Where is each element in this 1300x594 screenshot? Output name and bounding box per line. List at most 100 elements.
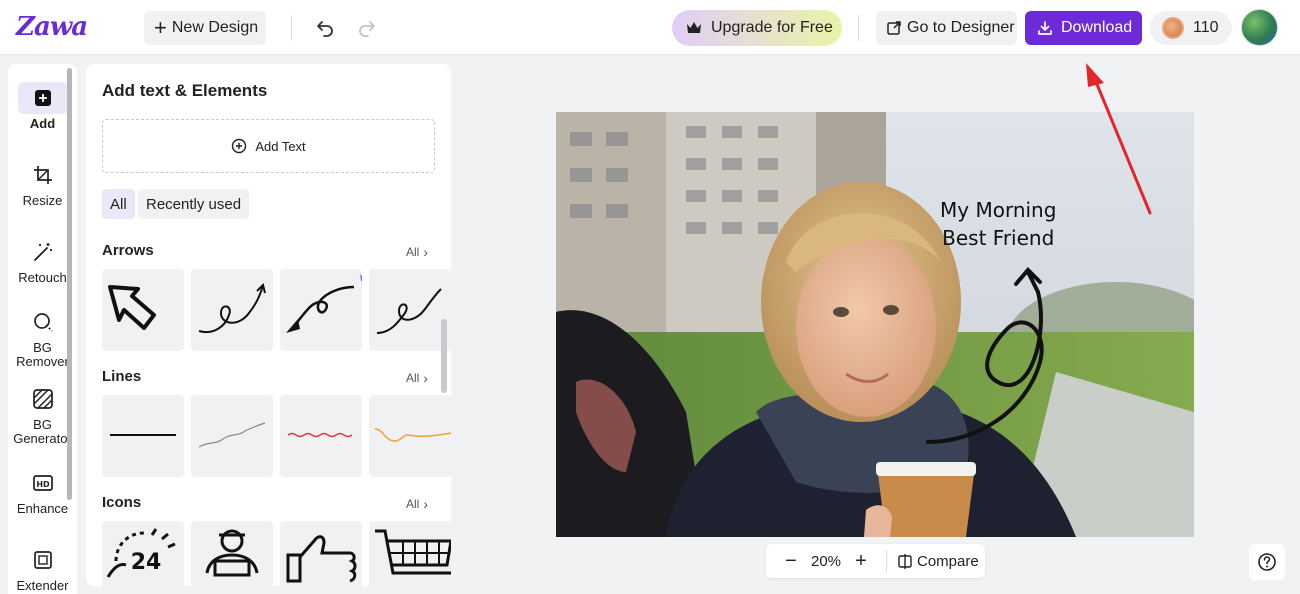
bg-remover-icon — [33, 313, 53, 332]
go-to-designer-label: Go to Designer — [907, 19, 1015, 36]
minus-icon: − — [785, 549, 797, 572]
filter-all[interactable]: All — [102, 189, 135, 219]
undo-icon — [317, 21, 333, 37]
see-all-icons[interactable]: All › — [406, 496, 428, 512]
rail-item-extender[interactable]: Extender — [8, 544, 77, 593]
cursor-arrow-icon — [108, 285, 156, 330]
plus-circle-icon — [231, 138, 247, 154]
redo-icon — [359, 21, 375, 37]
loop-arrow-icon — [286, 285, 355, 333]
extender-icon — [33, 551, 52, 569]
magic-wand-icon — [33, 243, 52, 261]
rail-label: Add — [29, 116, 56, 131]
download-label: Download — [1061, 19, 1133, 36]
bg-generator-icon — [32, 389, 53, 409]
chevron-right-icon: › — [423, 496, 429, 512]
icon-tile[interactable] — [369, 521, 451, 586]
top-bar: Zawa + New Design Upgrade for Free Go to… — [0, 0, 1300, 55]
rail-label: BG — [33, 340, 52, 355]
elements-panel: Add text & Elements Add Text All Recentl… — [86, 64, 451, 586]
icon-tile[interactable]: 24 — [102, 521, 184, 586]
wavy-line-icon — [198, 422, 266, 448]
compare-label: Compare — [917, 552, 979, 570]
see-all-arrows[interactable]: All › — [406, 244, 428, 260]
shopping-cart-icon — [375, 529, 451, 575]
zoom-in-button[interactable]: + — [846, 544, 876, 578]
plus-icon: + — [855, 549, 867, 572]
see-all-label: All — [406, 497, 420, 511]
hd-icon: HD — [32, 475, 53, 491]
download-icon — [1037, 20, 1053, 36]
thumbs-up-icon — [286, 535, 357, 583]
add-text-button[interactable]: Add Text — [102, 119, 435, 173]
see-all-lines[interactable]: All › — [406, 370, 428, 386]
canvas-text-element[interactable]: My Morning Best Friend — [940, 196, 1056, 252]
app-logo[interactable]: Zawa — [16, 12, 88, 42]
undo-button[interactable] — [311, 14, 339, 42]
canvas-text-line-2: Best Friend — [942, 226, 1055, 250]
rail-label: Extender — [16, 578, 69, 593]
divider — [858, 15, 859, 41]
svg-text:HD: HD — [36, 480, 50, 489]
curly-arrow-icon — [198, 283, 266, 333]
upgrade-button[interactable]: Upgrade for Free — [672, 10, 842, 46]
arrow-tile[interactable] — [191, 269, 273, 351]
upgrade-label: Upgrade for Free — [711, 19, 833, 36]
plus-icon: + — [154, 15, 167, 40]
redo-button[interactable] — [353, 14, 381, 42]
canvas-text-line-1: My Morning — [940, 198, 1057, 222]
icon-tile-number: 24 — [131, 550, 162, 575]
icon-tile[interactable] — [191, 521, 273, 586]
compare-icon — [897, 553, 913, 569]
crop-icon — [33, 166, 52, 184]
line-tile[interactable] — [369, 395, 451, 477]
zoom-toolbar: − 20% + Compare — [766, 544, 985, 578]
line-tile[interactable] — [102, 395, 184, 477]
section-title-arrows: Arrows — [102, 242, 154, 259]
icon-tile[interactable] — [280, 521, 362, 586]
line-tile[interactable] — [280, 395, 362, 477]
rail-scrollbar[interactable] — [67, 68, 72, 500]
coin-icon — [1162, 17, 1184, 39]
straight-line-icon — [110, 434, 176, 436]
divider — [291, 15, 292, 41]
rail-label: Retouch — [18, 270, 67, 285]
line-tile[interactable] — [191, 395, 273, 477]
go-to-designer-button[interactable]: Go to Designer — [876, 11, 1017, 45]
rail-label: Resize — [22, 193, 63, 208]
crown-icon — [686, 21, 702, 35]
panel-title: Add text & Elements — [102, 81, 268, 100]
credits-count: 110 — [1193, 19, 1219, 36]
section-title-icons: Icons — [102, 494, 142, 511]
new-design-label: New Design — [171, 19, 259, 36]
compare-button[interactable]: Compare — [897, 553, 979, 570]
squiggle-arrow-icon — [376, 288, 442, 334]
chevron-right-icon: › — [423, 370, 429, 386]
help-icon — [1258, 553, 1276, 571]
credits-badge[interactable]: 110 — [1150, 11, 1232, 45]
user-avatar[interactable] — [1241, 9, 1278, 46]
arrow-tile[interactable] — [102, 269, 184, 351]
new-design-button[interactable]: + New Design — [144, 11, 266, 45]
orange-line-icon — [374, 428, 451, 442]
delivery-person-icon — [205, 529, 259, 577]
see-all-label: All — [406, 245, 420, 259]
rail-label: BG — [33, 417, 52, 432]
help-button[interactable] — [1249, 544, 1285, 580]
section-title-lines: Lines — [102, 368, 142, 385]
panel-scrollbar[interactable] — [441, 319, 447, 393]
arrow-tile[interactable] — [280, 269, 362, 351]
see-all-label: All — [406, 371, 420, 385]
filter-recently-used[interactable]: Recently used — [138, 189, 250, 219]
chevron-right-icon: › — [423, 244, 429, 260]
rail-label: Enhance — [16, 501, 69, 516]
divider — [886, 550, 887, 572]
download-button[interactable]: Download — [1025, 11, 1142, 45]
zoom-level: 20% — [810, 552, 842, 570]
rail-label: Generator — [13, 431, 72, 446]
external-link-icon — [886, 20, 902, 36]
rail-label: Remover — [16, 354, 69, 369]
zoom-out-button[interactable]: − — [776, 544, 806, 578]
24-hours-icon: 24 — [106, 528, 176, 578]
arrow-tile[interactable] — [369, 269, 451, 351]
